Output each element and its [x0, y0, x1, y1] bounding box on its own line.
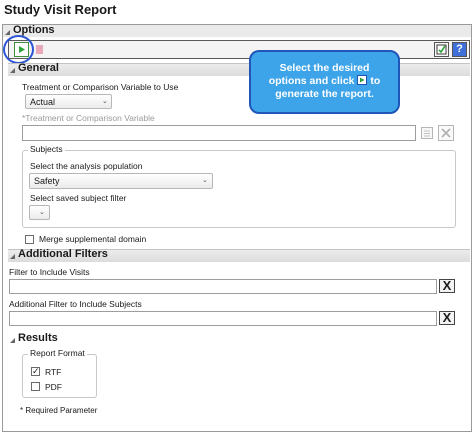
disclosure-triangle-icon[interactable]: [10, 338, 15, 343]
help-icon: ?: [456, 43, 463, 55]
visits-filter-clear-button[interactable]: X: [439, 279, 455, 293]
save-settings-icon: [436, 44, 447, 55]
chevron-down-icon: ⌄: [102, 98, 108, 105]
format-pdf-checkbox[interactable]: [31, 382, 40, 391]
treatment-select-value: Actual: [30, 97, 56, 107]
list-icon: [421, 127, 433, 139]
save-settings-button[interactable]: [434, 42, 449, 57]
callout-line-3: generate the report.: [275, 88, 374, 100]
subject-filter-select[interactable]: ⌄: [29, 205, 50, 220]
report-title: Study Visit Report: [4, 2, 117, 17]
stop-button[interactable]: [32, 42, 47, 57]
visits-filter-field[interactable]: [9, 279, 437, 294]
variable-list-button[interactable]: [420, 126, 434, 140]
callout-line-2-start: options and click: [268, 75, 355, 87]
subjects-filter-field[interactable]: [9, 311, 437, 326]
variable-label: *Treatment or Comparison Variable: [22, 113, 155, 123]
disclosure-triangle-icon[interactable]: [10, 254, 15, 259]
required-note: * Required Parameter: [20, 406, 98, 415]
run-button-highlight: [3, 35, 34, 64]
subject-filter-label: Select saved subject filter: [30, 193, 127, 203]
callout-line-2: options and click to: [251, 75, 398, 88]
chevron-down-icon: ⌄: [202, 177, 208, 184]
general-section-bar: [8, 63, 470, 76]
additional-filters-header[interactable]: Additional Filters: [18, 248, 108, 260]
treatment-select[interactable]: Actual ⌄: [25, 94, 112, 109]
variable-clear-button[interactable]: [438, 125, 454, 141]
subjects-filter-clear-button[interactable]: X: [439, 311, 455, 325]
instruction-callout: Select the desired options and click to …: [249, 50, 400, 114]
format-rtf-label: RTF: [45, 367, 62, 377]
callout-line-1: Select the desired: [279, 62, 370, 74]
options-toolbar: [8, 40, 470, 59]
help-button[interactable]: ?: [452, 42, 467, 57]
play-icon: [357, 75, 368, 85]
subjects-filter-label: Additional Filter to Include Subjects: [9, 299, 142, 309]
population-select[interactable]: Safety ⌄: [29, 173, 213, 189]
callout-line-2-end: to: [370, 75, 381, 87]
subjects-group-title: Subjects: [28, 144, 65, 154]
options-header-bar: [3, 25, 471, 37]
format-pdf-label: PDF: [45, 382, 62, 392]
population-label: Select the analysis population: [30, 161, 143, 171]
format-rtf-checkbox[interactable]: ✓: [31, 367, 40, 376]
treatment-label: Treatment or Comparison Variable to Use: [22, 82, 179, 92]
merge-checkbox[interactable]: [25, 235, 34, 244]
chevron-down-icon: ⌄: [39, 209, 45, 216]
visits-filter-label: Filter to Include Visits: [9, 267, 90, 277]
disclosure-triangle-icon[interactable]: [10, 68, 15, 73]
checkmark-icon: ✓: [32, 366, 40, 376]
results-header[interactable]: Results: [18, 332, 58, 344]
general-header[interactable]: General: [18, 62, 59, 74]
report-format-title: Report Format: [28, 348, 87, 358]
close-icon: [441, 128, 451, 138]
merge-label: Merge supplemental domain: [39, 234, 147, 244]
stop-icon: [36, 45, 43, 54]
population-select-value: Safety: [34, 176, 60, 186]
disclosure-triangle-icon[interactable]: [5, 30, 10, 35]
variable-field[interactable]: [22, 125, 416, 141]
